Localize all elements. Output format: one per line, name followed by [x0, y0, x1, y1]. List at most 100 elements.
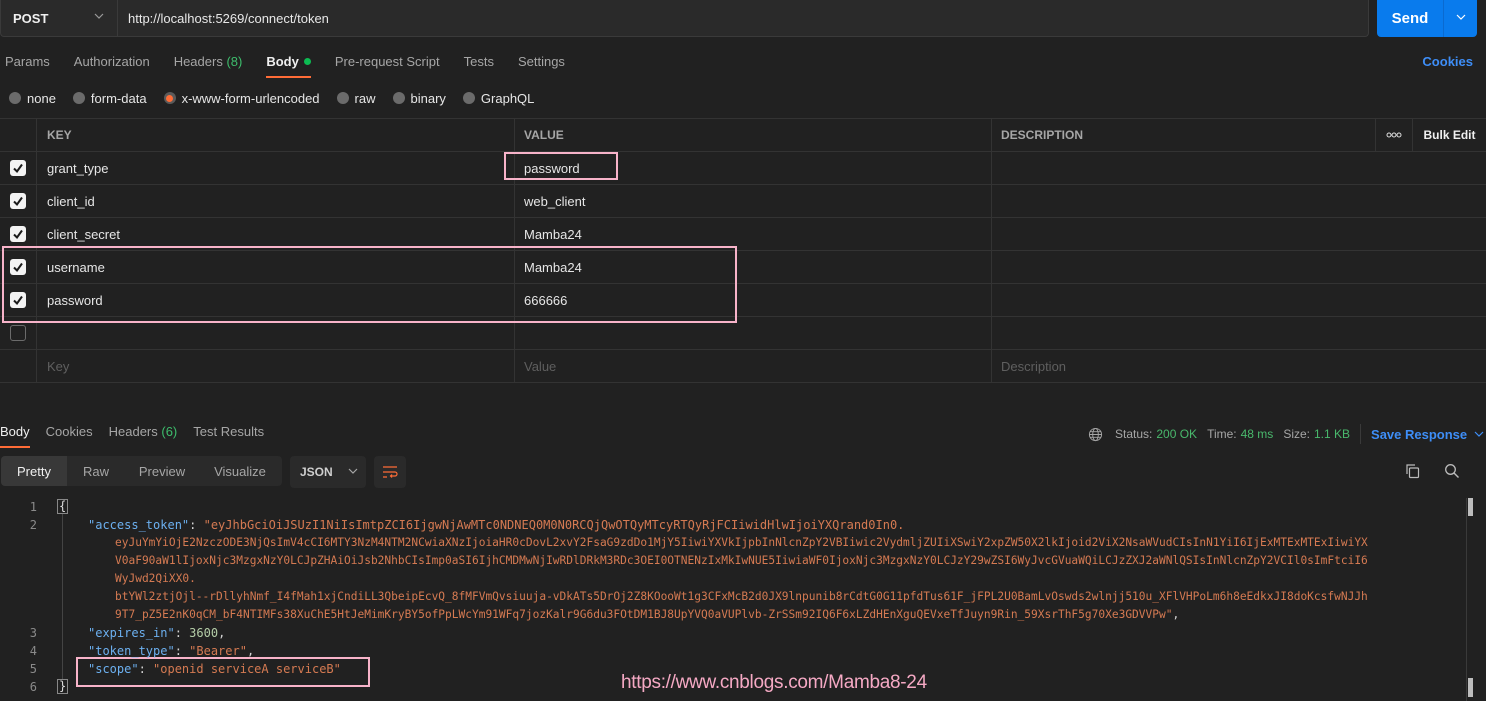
response-tab-cookies[interactable]: Cookies: [46, 418, 93, 448]
column-key: KEY: [37, 119, 515, 151]
bulk-edit-button[interactable]: Bulk Edit: [1412, 119, 1486, 151]
tab-label: Pre-request Script: [334, 54, 440, 69]
radio-none[interactable]: none: [9, 91, 56, 106]
radio-circle: [462, 92, 475, 104]
param-key[interactable]: password: [37, 284, 515, 316]
tab-label: Headers: [173, 54, 223, 69]
cookies-link[interactable]: Cookies: [1422, 54, 1473, 69]
checkmark-icon: [13, 196, 23, 207]
time-label: Time:: [1207, 427, 1237, 441]
param-value[interactable]: web_client: [515, 185, 992, 217]
more-options-icon[interactable]: [1375, 119, 1412, 151]
radio-circle: [392, 92, 405, 104]
format-select[interactable]: JSON: [290, 456, 366, 488]
view-raw[interactable]: Raw: [67, 456, 125, 486]
radio-label: GraphQL: [480, 90, 535, 106]
json-string: V0aF90aW1lIjoxNjc3MzgxNzY0LCJpZHAiOiJsb2…: [115, 554, 1368, 567]
tab-label: Settings: [517, 54, 565, 69]
json-string: "openid serviceA serviceB": [153, 662, 341, 676]
response-tab-headers[interactable]: Headers (6): [109, 418, 178, 448]
radio-label: none: [27, 90, 56, 106]
param-key[interactable]: [37, 317, 515, 349]
wrap-lines-button[interactable]: [374, 456, 406, 488]
param-description[interactable]: [992, 218, 1486, 250]
param-value[interactable]: Mamba24: [515, 251, 992, 283]
row-checkbox[interactable]: [10, 193, 26, 209]
json-key: "expires_in": [88, 626, 175, 640]
radio-form-data[interactable]: form-data: [72, 91, 147, 106]
radio-x-www-form-urlencoded[interactable]: x-www-form-urlencoded: [163, 91, 320, 106]
new-value-input[interactable]: Value: [515, 350, 992, 382]
chevron-down-icon: [1474, 431, 1484, 437]
tab-body[interactable]: Body: [266, 46, 311, 78]
param-value[interactable]: password: [515, 152, 992, 184]
view-preview[interactable]: Preview: [125, 456, 199, 486]
scrollbar-thumb[interactable]: [1468, 678, 1473, 697]
time-value: 48 ms: [1240, 427, 1274, 441]
tab-label: Tests: [463, 54, 494, 69]
json-string: btYWl2ztjOjl--rDllyhNmf_I4fMah1xjCndiLL3…: [115, 590, 1368, 603]
globe-icon[interactable]: [1088, 427, 1103, 442]
chevron-down-icon: [93, 10, 105, 25]
param-description[interactable]: [992, 284, 1486, 316]
radio-binary[interactable]: binary: [392, 91, 446, 106]
table-header: KEY VALUE DESCRIPTION Bulk Edit: [0, 119, 1486, 152]
view-pretty[interactable]: Pretty: [1, 456, 67, 486]
param-key[interactable]: username: [37, 251, 515, 283]
url-input[interactable]: http://localhost:5269/connect/token: [118, 0, 1368, 36]
save-response-button[interactable]: Save Response: [1371, 427, 1485, 442]
row-checkbox[interactable]: [10, 259, 26, 275]
open-brace: {: [57, 499, 69, 514]
param-value[interactable]: 666666: [515, 284, 992, 316]
param-key[interactable]: client_secret: [37, 218, 515, 250]
new-description-input[interactable]: Description: [992, 350, 1486, 382]
tab-label: Params: [5, 54, 50, 69]
table-row: username Mamba24: [0, 251, 1486, 284]
search-icon[interactable]: [1444, 463, 1460, 482]
param-value[interactable]: [515, 317, 992, 349]
send-button[interactable]: Send: [1377, 0, 1444, 37]
response-tab-test-results[interactable]: Test Results: [193, 418, 264, 448]
params-table: KEY VALUE DESCRIPTION Bulk Edit grant_ty…: [0, 118, 1486, 383]
param-key[interactable]: grant_type: [37, 152, 515, 184]
line-number: 4: [29, 644, 37, 658]
json-string: "Bearer": [189, 644, 247, 658]
tab-settings[interactable]: Settings: [518, 46, 565, 78]
param-description[interactable]: [992, 152, 1486, 184]
method-select[interactable]: POST: [1, 0, 118, 36]
new-key-input[interactable]: Key: [37, 350, 515, 382]
response-tab-body[interactable]: Body: [0, 418, 30, 448]
size-label: Size:: [1283, 427, 1310, 441]
json-key: "access_token": [88, 518, 190, 532]
line-number: 3: [29, 626, 37, 640]
radio-circle: [336, 92, 349, 104]
param-description[interactable]: [992, 251, 1486, 283]
row-checkbox[interactable]: [10, 160, 26, 176]
radio-graphql[interactable]: GraphQL: [462, 90, 535, 106]
param-key[interactable]: client_id: [37, 185, 515, 217]
param-description[interactable]: [992, 185, 1486, 217]
view-mode-tabs: Pretty Raw Preview Visualize: [1, 456, 282, 486]
checkmark-icon: [13, 262, 23, 273]
copy-icon[interactable]: [1404, 463, 1420, 482]
tab-pre-request-script[interactable]: Pre-request Script: [335, 46, 440, 78]
send-options-dropdown[interactable]: [1444, 0, 1477, 37]
tab-tests[interactable]: Tests: [464, 46, 494, 78]
param-description[interactable]: [992, 317, 1486, 349]
tab-params[interactable]: Params: [5, 46, 50, 78]
editor-scrollbar-track: [1466, 498, 1467, 701]
tab-headers[interactable]: Headers (8): [174, 46, 243, 78]
format-label: JSON: [300, 465, 333, 479]
chevron-down-icon: [347, 465, 359, 480]
scrollbar-thumb[interactable]: [1468, 498, 1473, 516]
tab-authorization[interactable]: Authorization: [74, 46, 150, 78]
param-value[interactable]: Mamba24: [515, 218, 992, 250]
view-visualize[interactable]: Visualize: [199, 456, 281, 486]
line-number: 6: [29, 680, 37, 694]
row-checkbox[interactable]: [10, 325, 26, 341]
row-checkbox[interactable]: [10, 292, 26, 308]
row-checkbox[interactable]: [10, 226, 26, 242]
radio-circle: [72, 92, 85, 104]
checkmark-icon: [13, 229, 23, 240]
radio-raw[interactable]: raw: [336, 91, 376, 106]
